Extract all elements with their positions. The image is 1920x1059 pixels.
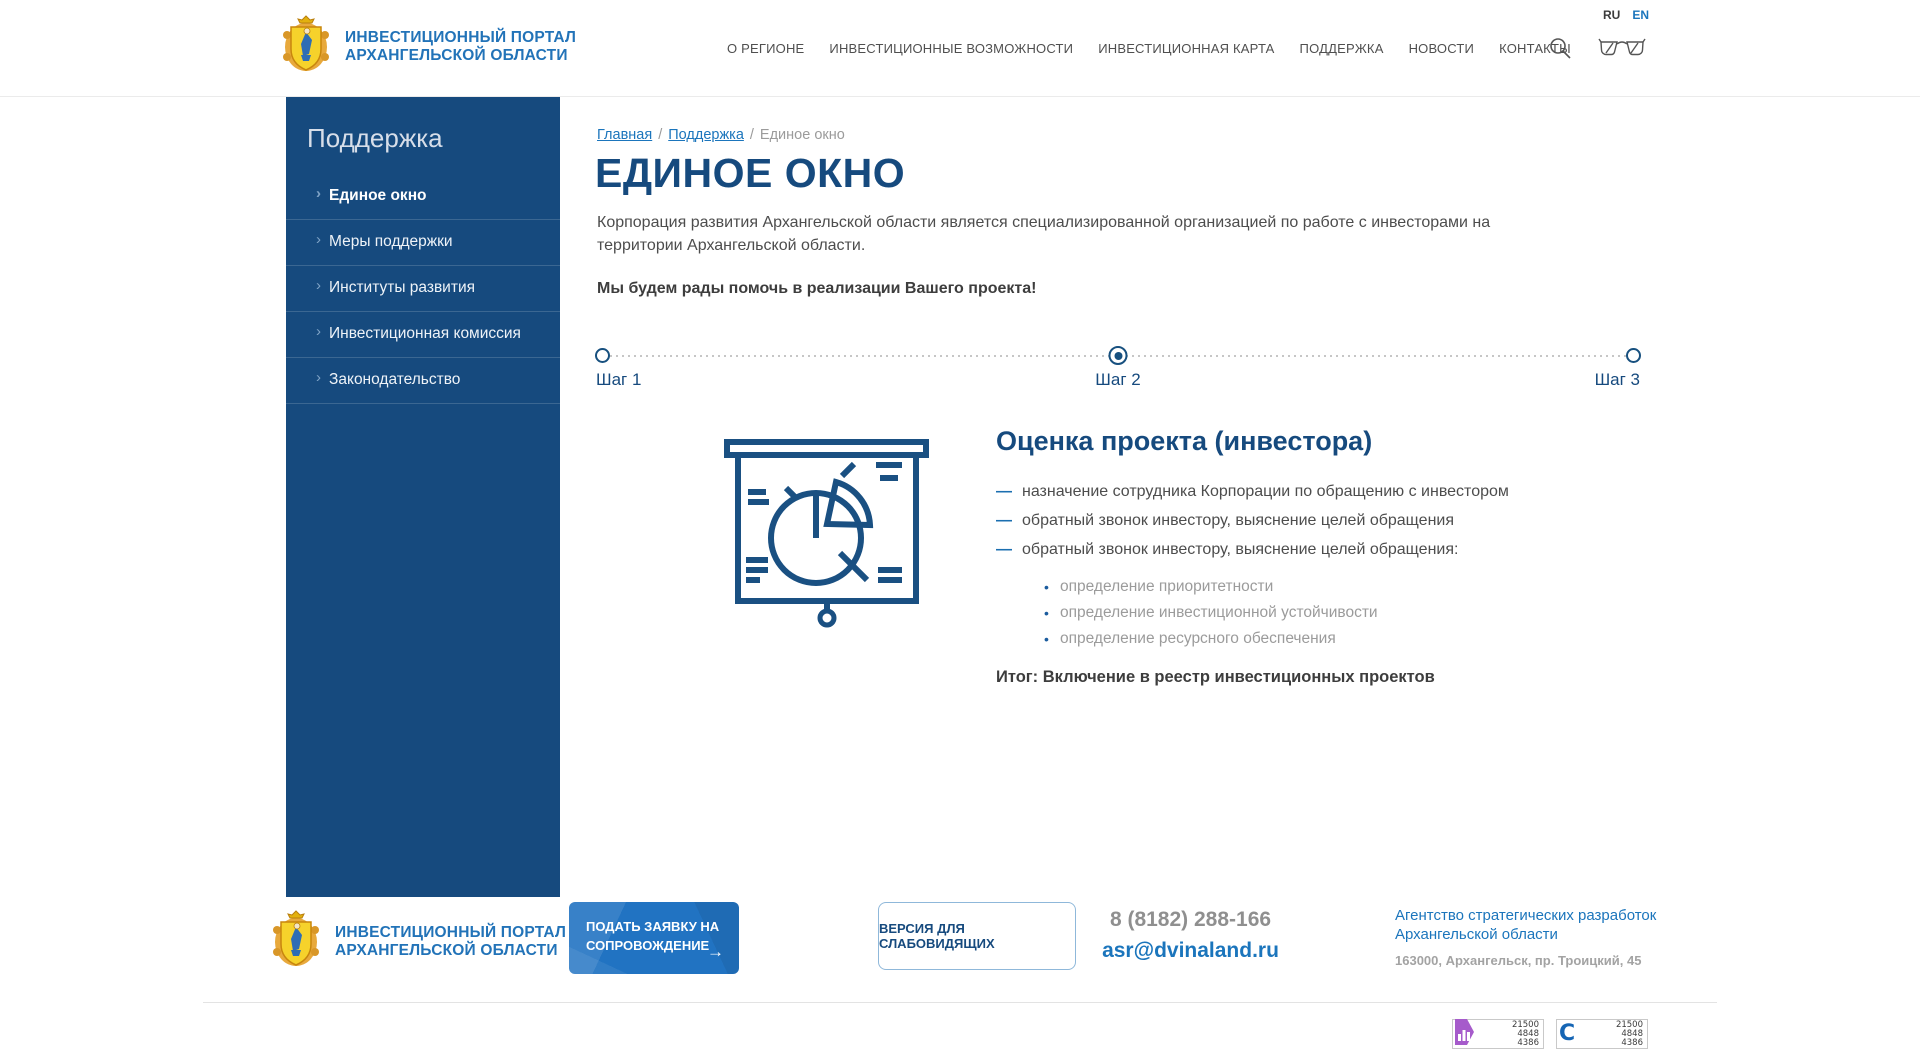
step-1-label: Шаг 1 <box>596 370 641 390</box>
dash-list: —назначение сотрудника Корпорации по обр… <box>996 482 1509 569</box>
phone-link[interactable]: 8 (8182) 288-166 <box>1093 908 1288 932</box>
sub-bullet-list: •определение приоритетности •определение… <box>1044 578 1378 656</box>
liveinternet-counter-badge[interactable]: 21500 4848 4386 <box>1452 1019 1544 1049</box>
sidebar-item-label: Институты развития <box>329 279 475 296</box>
search-icon[interactable] <box>1548 36 1572 65</box>
dot-bullet: • <box>1044 630 1060 648</box>
sidebar-item-development-institutes[interactable]: › Институты развития <box>286 266 560 312</box>
list-item: •определение ресурсного обеспечения <box>1044 630 1378 648</box>
step-1-dot <box>595 348 610 363</box>
c-letter-counter-icon: C <box>1559 1023 1575 1045</box>
sidebar-item-legislation[interactable]: › Законодательство <box>286 358 560 404</box>
accessibility-glasses-icon[interactable] <box>1598 37 1646 64</box>
agency-link[interactable]: Агентство стратегических разработок Арха… <box>1395 906 1680 944</box>
breadcrumb-home[interactable]: Главная <box>597 127 652 143</box>
step-3-label: Шаг 3 <box>1595 370 1640 390</box>
chevron-right-icon: › <box>316 185 321 202</box>
nav-item-news[interactable]: НОВОСТИ <box>1409 41 1475 56</box>
sidebar-item-label: Законодательство <box>329 371 460 388</box>
sidebar-title: Поддержка <box>286 123 560 174</box>
nav-item-map[interactable]: ИНВЕСТИЦИОННАЯ КАРТА <box>1098 41 1274 56</box>
nav-item-opportunities[interactable]: ИНВЕСТИЦИОННЫЕ ВОЗМОЖНОСТИ <box>829 41 1073 56</box>
chevron-right-icon: › <box>316 277 321 294</box>
dot-bullet: • <box>1044 604 1060 622</box>
chevron-right-icon: › <box>316 231 321 248</box>
site-logo-text: ИНВЕСТИЦИОННЫЙ ПОРТАЛ АРХАНГЕЛЬСКОЙ ОБЛА… <box>345 29 576 65</box>
footer-contacts: 8 (8182) 288-166 asr@dvinaland.ru <box>1093 908 1288 963</box>
list-item: —назначение сотрудника Корпорации по обр… <box>996 482 1509 501</box>
breadcrumb-separator: / <box>658 127 662 143</box>
page: ИНВЕСТИЦИОННЫЙ ПОРТАЛ АРХАНГЕЛЬСКОЙ ОБЛА… <box>0 0 1920 1059</box>
dash-bullet: — <box>996 482 1022 501</box>
breadcrumb-support[interactable]: Поддержка <box>668 127 744 143</box>
step-2-dot-active <box>1109 346 1128 365</box>
sidebar-item-support-measures[interactable]: › Меры поддержки <box>286 220 560 266</box>
email-link[interactable]: asr@dvinaland.ru <box>1093 939 1288 963</box>
list-item: •определение приоритетности <box>1044 578 1378 596</box>
sputnik-counter-badge[interactable]: C 21500 4848 4386 <box>1556 1019 1648 1049</box>
main-nav: О РЕГИОНЕ ИНВЕСТИЦИОННЫЕ ВОЗМОЖНОСТИ ИНВ… <box>727 0 1571 97</box>
chevron-right-icon: › <box>316 369 321 386</box>
breadcrumb-current: Единое окно <box>760 127 845 143</box>
breadcrumb-separator: / <box>750 127 754 143</box>
dash-bullet: — <box>996 540 1022 559</box>
lang-ru[interactable]: RU <box>1603 8 1620 22</box>
sidebar-item-label: Единое окно <box>329 187 427 204</box>
list-item: —обратный звонок инвестору, выяснение це… <box>996 540 1509 559</box>
agency-block: Агентство стратегических разработок Арха… <box>1395 906 1680 968</box>
sidebar-item-investment-commission[interactable]: › Инвестиционная комиссия <box>286 312 560 358</box>
apply-support-button[interactable]: ПОДАТЬ ЗАЯВКУ НА СОПРОВОЖДЕНИЕ → <box>569 902 739 974</box>
footer-divider <box>203 1002 1717 1003</box>
presentation-pie-chart-icon <box>724 432 929 633</box>
coat-of-arms-icon <box>283 15 329 78</box>
footer-logo-text: ИНВЕСТИЦИОННЫЙ ПОРТАЛ АРХАНГЕЛЬСКОЙ ОБЛА… <box>335 924 566 960</box>
apply-support-button-label: ПОДАТЬ ЗАЯВКУ НА СОПРОВОЖДЕНИЕ <box>586 919 719 953</box>
sidebar-support: Поддержка › Единое окно › Меры поддержки… <box>286 97 560 897</box>
dash-bullet: — <box>996 511 1022 530</box>
lang-en[interactable]: EN <box>1632 8 1649 22</box>
header: ИНВЕСТИЦИОННЫЙ ПОРТАЛ АРХАНГЕЛЬСКОЙ ОБЛА… <box>0 0 1920 97</box>
step-2-label: Шаг 2 <box>1095 370 1140 390</box>
visually-impaired-version-label: ВЕРСИЯ ДЛЯ СЛАБОВИДЯЩИХ <box>879 921 1075 951</box>
counter-values: 21500 4848 4386 <box>1616 1021 1643 1048</box>
breadcrumb: Главная / Поддержка / Единое окно <box>597 127 845 143</box>
intro-paragraph: Корпорация развития Архангельской област… <box>597 211 1502 257</box>
dot-bullet: • <box>1044 578 1060 596</box>
nav-item-support[interactable]: ПОДДЕРЖКА <box>1300 41 1384 56</box>
counter-values: 21500 4848 4386 <box>1512 1021 1539 1048</box>
sidebar-item-label: Инвестиционная комиссия <box>329 325 521 342</box>
arrow-right-icon: → <box>707 942 724 961</box>
visually-impaired-version-button[interactable]: ВЕРСИЯ ДЛЯ СЛАБОВИДЯЩИХ <box>878 902 1076 970</box>
page-title: ЕДИНОЕ ОКНО <box>595 150 905 197</box>
bar-chart-counter-icon <box>1455 1019 1474 1050</box>
result-line: Итог: Включение в реестр инвестиционных … <box>996 668 1435 687</box>
agency-address: 163000, Архангельск, пр. Троицкий, 45 <box>1395 953 1680 968</box>
sidebar-item-label: Меры поддержки <box>329 233 453 250</box>
steps-progress: Шаг 1 Шаг 2 Шаг 3 <box>596 344 1640 390</box>
chevron-right-icon: › <box>316 323 321 340</box>
section-heading: Оценка проекта (инвестора) <box>996 426 1372 457</box>
footer-logo[interactable]: ИНВЕСТИЦИОННЫЙ ПОРТАЛ АРХАНГЕЛЬСКОЙ ОБЛА… <box>273 910 566 973</box>
nav-item-region[interactable]: О РЕГИОНЕ <box>727 41 804 56</box>
intro-bold-line: Мы будем рады помочь в реализации Вашего… <box>597 280 1036 298</box>
sidebar-item-single-window[interactable]: › Единое окно <box>286 174 560 220</box>
list-item: •определение инвестиционной устойчивости <box>1044 604 1378 622</box>
list-item: —обратный звонок инвестору, выяснение це… <box>996 511 1509 530</box>
coat-of-arms-icon <box>273 910 319 973</box>
step-3-dot <box>1626 348 1641 363</box>
site-logo[interactable]: ИНВЕСТИЦИОННЫЙ ПОРТАЛ АРХАНГЕЛЬСКОЙ ОБЛА… <box>283 15 576 78</box>
language-switcher: RU EN <box>1603 8 1649 22</box>
